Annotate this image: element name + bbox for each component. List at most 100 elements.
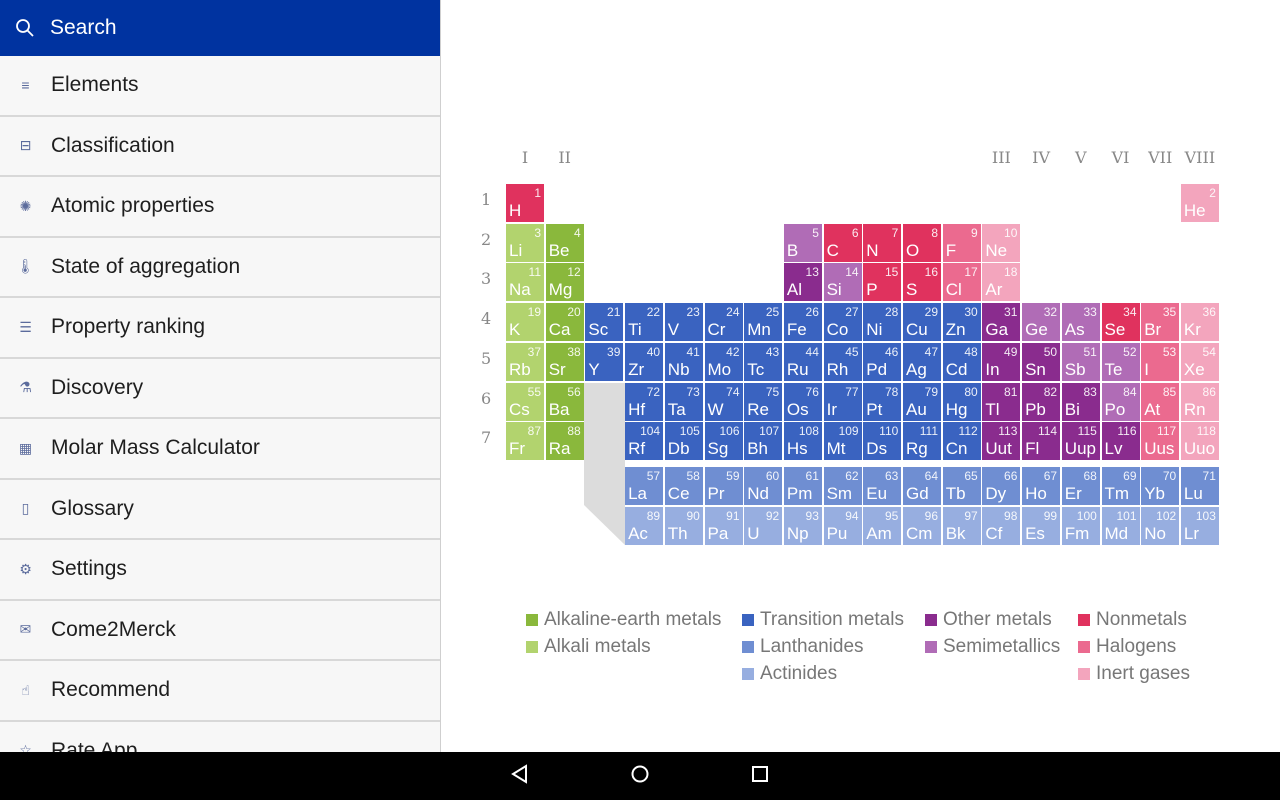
element-ce[interactable]: 58 Ce [664,467,703,505]
element-y[interactable]: 39 Y [585,342,624,381]
element-mo[interactable]: 42 Mo [704,342,743,381]
element-fl[interactable]: 114 Fl [1022,422,1061,461]
element-ac[interactable]: 89 Ac [625,507,664,545]
element-sn[interactable]: 50 Sn [1022,342,1061,381]
element-sm[interactable]: 62 Sm [823,467,862,505]
element-th[interactable]: 90 Th [664,507,703,545]
element-rf[interactable]: 104 Rf [625,422,664,461]
element-dy[interactable]: 66 Dy [982,467,1021,505]
element-hf[interactable]: 72 Hf [625,382,664,421]
element-rg[interactable]: 111 Rg [903,422,941,461]
element-cm[interactable]: 96 Cm [903,507,941,545]
element-ni[interactable]: 28 Ni [863,303,902,342]
element-v[interactable]: 23 V [664,303,703,342]
sidebar-item-settings[interactable]: ⚙ Settings [0,540,440,601]
element-h[interactable]: 1H [506,184,544,222]
element-cl[interactable]: 17 Cl [942,263,981,302]
sidebar-item-state-of-aggregation[interactable]: 🌡 State of aggregation [0,238,440,298]
sidebar-item-property-ranking[interactable]: ☰ Property ranking [0,298,440,359]
element-hg[interactable]: 80 Hg [942,382,981,421]
element-re[interactable]: 75 Re [744,382,783,421]
element-bk[interactable]: 97 Bk [942,507,981,545]
element-tl[interactable]: 81 Tl [982,382,1021,421]
element-zr[interactable]: 40 Zr [625,342,664,381]
element-es[interactable]: 99 Es [1022,507,1061,545]
element-am[interactable]: 95 Am [863,507,902,545]
element-ra[interactable]: 88 Ra [545,422,584,461]
element-tc[interactable]: 43 Tc [744,342,783,381]
sidebar-item-discovery[interactable]: ⚗ Discovery [0,359,440,419]
element-nd[interactable]: 60 Nd [744,467,783,505]
element-lv[interactable]: 116 Lv [1101,422,1140,461]
element-kr[interactable]: 36 Kr [1180,303,1219,342]
sidebar-item-glossary[interactable]: ▯ Glossary [0,480,440,540]
element-w[interactable]: 74 W [704,382,743,421]
element-c[interactable]: 6C [823,223,862,262]
sidebar-item-classification[interactable]: ⊟ Classification [0,117,440,177]
element-ga[interactable]: 31 Ga [982,303,1021,342]
element-b[interactable]: 5B [783,223,822,262]
element-ca[interactable]: 20 Ca [545,303,584,342]
element-ds[interactable]: 110 Ds [863,422,902,461]
element-n[interactable]: 7N [863,223,902,262]
element-xe[interactable]: 54 Xe [1180,342,1219,381]
element-al[interactable]: 13 Al [783,263,822,302]
element-u[interactable]: 92 U [744,507,783,545]
element-hs[interactable]: 108 Hs [783,422,822,461]
element-zn[interactable]: 30 Zn [942,303,981,342]
element-lu[interactable]: 71 Lu [1180,467,1219,505]
element-cn[interactable]: 112 Cn [942,422,981,461]
element-pd[interactable]: 46 Pd [863,342,902,381]
element-p[interactable]: 15 P [863,263,902,302]
element-pr[interactable]: 59 Pr [704,467,743,505]
element-db[interactable]: 105 Db [664,422,703,461]
element-rb[interactable]: 37 Rb [506,342,544,381]
element-md[interactable]: 101 Md [1101,507,1140,545]
element-au[interactable]: 79 Au [903,382,941,421]
element-uus[interactable]: 117 Uus [1141,422,1180,461]
back-icon[interactable] [510,763,530,789]
sidebar-item-atomic-properties[interactable]: ✺ Atomic properties [0,177,440,238]
element-na[interactable]: 11 Na [506,263,544,302]
element-mg[interactable]: 12 Mg [545,263,584,302]
element-pa[interactable]: 91 Pa [704,507,743,545]
element-ne[interactable]: 10 Ne [982,223,1021,262]
element-yb[interactable]: 70 Yb [1141,467,1180,505]
element-cf[interactable]: 98 Cf [982,507,1021,545]
element-os[interactable]: 76 Os [783,382,822,421]
element-cd[interactable]: 48 Cd [942,342,981,381]
element-he[interactable]: 2 He [1180,184,1219,222]
element-tm[interactable]: 69 Tm [1101,467,1140,505]
element-ba[interactable]: 56 Ba [545,382,584,421]
element-nb[interactable]: 41 Nb [664,342,703,381]
element-mt[interactable]: 109 Mt [823,422,862,461]
sidebar-item-recommend[interactable]: ☝ Recommend [0,661,440,722]
element-fr[interactable]: 87 Fr [506,422,544,461]
element-ho[interactable]: 67 Ho [1022,467,1061,505]
element-gd[interactable]: 64 Gd [903,467,941,505]
element-ag[interactable]: 47 Ag [903,342,941,381]
element-bi[interactable]: 83 Bi [1061,382,1100,421]
element-be[interactable]: 4 Be [545,223,584,262]
element-sg[interactable]: 106 Sg [704,422,743,461]
element-co[interactable]: 27 Co [823,303,862,342]
element-fm[interactable]: 100 Fm [1061,507,1100,545]
element-ta[interactable]: 73 Ta [664,382,703,421]
element-sc[interactable]: 21 Sc [585,303,624,342]
element-pt[interactable]: 78 Pt [863,382,902,421]
element-uuo[interactable]: 118 Uuo [1180,422,1219,461]
element-ru[interactable]: 44 Ru [783,342,822,381]
element-li[interactable]: 3 Li [506,223,544,262]
element-o[interactable]: 8O [903,223,941,262]
element-po[interactable]: 84 Po [1101,382,1140,421]
sidebar-item-molar-mass-calculator[interactable]: ▦ Molar Mass Calculator [0,419,440,480]
recents-icon[interactable] [750,764,770,789]
element-br[interactable]: 35 Br [1141,303,1180,342]
element-rn[interactable]: 86 Rn [1180,382,1219,421]
element-er[interactable]: 68 Er [1061,467,1100,505]
sidebar-item-rate-app[interactable]: ☆ Rate App [0,722,440,752]
element-eu[interactable]: 63 Eu [863,467,902,505]
element-k[interactable]: 19 K [506,303,544,342]
element-cr[interactable]: 24 Cr [704,303,743,342]
element-at[interactable]: 85 At [1141,382,1180,421]
